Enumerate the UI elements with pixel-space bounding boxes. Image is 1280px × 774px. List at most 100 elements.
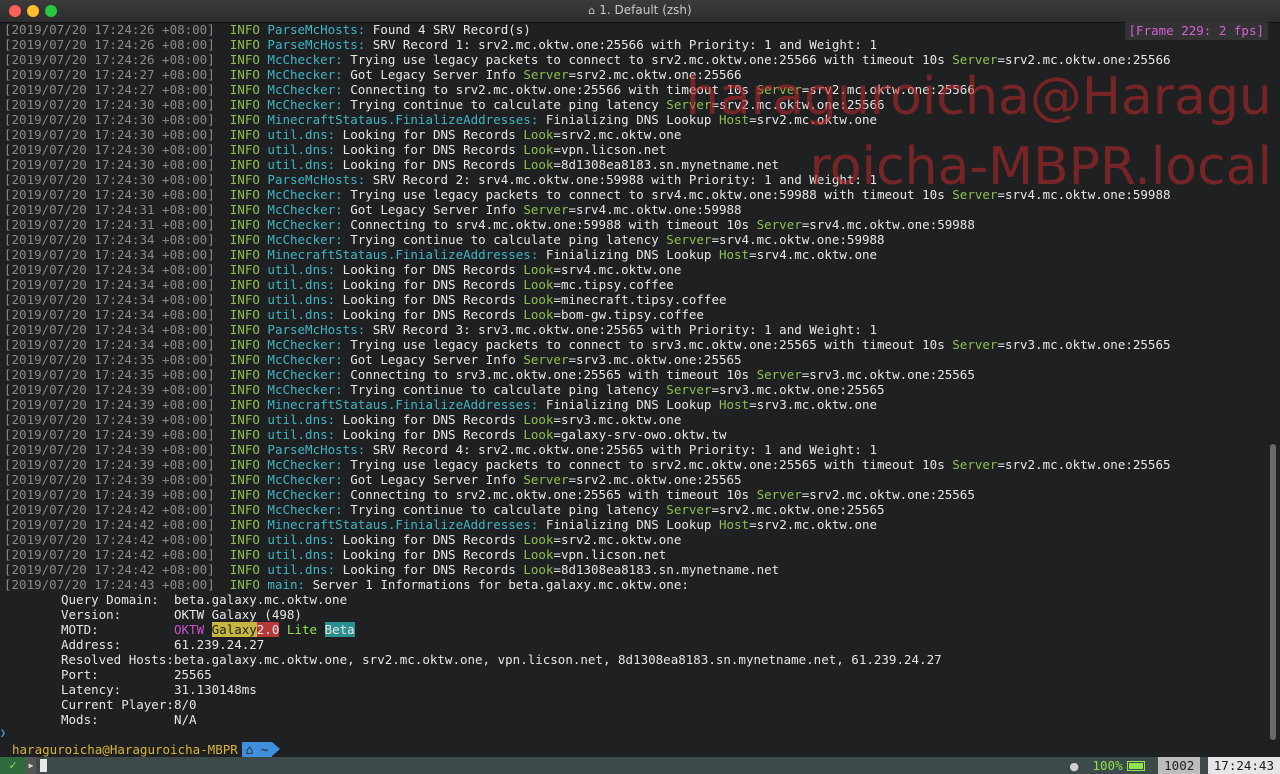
log-level: INFO [229, 112, 260, 127]
log-field-key: Look [523, 292, 554, 307]
log-module: ParseMcHosts: [267, 322, 366, 337]
server-info-key: Address: [61, 637, 122, 652]
log-module: util.dns: [267, 292, 336, 307]
log-field-key: Server [523, 352, 569, 367]
log-field-key: Server [523, 202, 569, 217]
log-level: INFO [229, 412, 260, 427]
log-module: util.dns: [267, 532, 336, 547]
log-field-key: Server [952, 187, 998, 202]
log-field-key: Server [756, 82, 802, 97]
text-cursor[interactable] [40, 759, 47, 772]
log-field-value: =srv3.mc.oktw.one:25565 [801, 367, 975, 382]
battery-icon [1126, 761, 1145, 771]
server-info-value: 8/0 [174, 697, 197, 712]
log-level: INFO [229, 22, 260, 37]
log-message: SRV Record 2: srv4.mc.oktw.one:59988 wit… [365, 172, 878, 187]
log-field-key: Look [523, 562, 554, 577]
log-field-value: =srv3.mc.oktw.one:25565 [568, 352, 742, 367]
log-message: Looking for DNS Records [335, 157, 524, 172]
log-field-value: =srv4.mc.oktw.one:59988 [801, 217, 975, 232]
motd-value: OKTW Galaxy2.0 Lite Beta [174, 622, 355, 637]
log-timestamp: [2019/07/20 17:24:30 +08:00] [4, 127, 215, 142]
server-info-row: Latency: 31.130148ms [61, 682, 942, 697]
log-message: Looking for DNS Records [335, 427, 524, 442]
log-timestamp: [2019/07/20 17:24:34 +08:00] [4, 337, 215, 352]
log-message: Finializing DNS Lookup [538, 112, 719, 127]
log-level: INFO [229, 322, 260, 337]
status-bar: ✓ ▶ ● 100% 1002 17:24:43 [0, 757, 1280, 774]
log-line: [2019/07/20 17:24:35 +08:00] INFO McChec… [4, 352, 1266, 367]
log-message: SRV Record 1: srv2.mc.oktw.one:25566 wit… [365, 37, 878, 52]
log-module: ParseMcHosts: [267, 37, 366, 52]
log-timestamp: [2019/07/20 17:24:39 +08:00] [4, 397, 215, 412]
motd-beta: Beta [324, 622, 355, 637]
log-message: Looking for DNS Records [335, 142, 524, 157]
log-module: McChecker: [267, 502, 343, 517]
log-timestamp: [2019/07/20 17:24:30 +08:00] [4, 142, 215, 157]
log-timestamp: [2019/07/20 17:24:26 +08:00] [4, 52, 215, 67]
log-message: Trying continue to calculate ping latenc… [342, 382, 667, 397]
log-module: McChecker: [267, 97, 343, 112]
log-module: McChecker: [267, 457, 343, 472]
log-field-key: Look [523, 427, 554, 442]
log-module: util.dns: [267, 427, 336, 442]
log-message: Server 1 Informations for beta.galaxy.mc… [305, 577, 689, 592]
log-message: Trying continue to calculate ping latenc… [342, 97, 667, 112]
log-output: [2019/07/20 17:24:26 +08:00] INFO ParseM… [4, 22, 1266, 592]
log-timestamp: [2019/07/20 17:24:42 +08:00] [4, 562, 215, 577]
log-module: util.dns: [267, 562, 336, 577]
log-level: INFO [229, 97, 260, 112]
home-icon: ⌂ [245, 742, 254, 757]
log-message: Connecting to srv3.mc.oktw.one:25565 wit… [342, 367, 757, 382]
log-line: [2019/07/20 17:24:30 +08:00] INFO Minecr… [4, 112, 1266, 127]
server-info-value: N/A [174, 712, 197, 727]
clock: 17:24:43 [1207, 757, 1280, 774]
shell-prompt: haraguroicha@Haraguroicha-MBPR ⌂ ~ [12, 742, 280, 757]
log-module: McChecker: [267, 367, 343, 382]
log-module: McChecker: [267, 232, 343, 247]
title-bar[interactable]: ⌂ 1. Default (zsh) [0, 0, 1280, 23]
log-level: INFO [229, 352, 260, 367]
log-level: INFO [229, 442, 260, 457]
log-field-key: Host [718, 517, 750, 532]
server-info-key: MOTD: [61, 622, 99, 637]
log-module: main: [267, 577, 306, 592]
log-timestamp: [2019/07/20 17:24:30 +08:00] [4, 112, 215, 127]
log-module: ParseMcHosts: [267, 172, 366, 187]
log-field-value: =srv2.mc.oktw.one [553, 532, 682, 547]
log-field-key: Look [523, 127, 554, 142]
log-module: McChecker: [267, 187, 343, 202]
log-field-key: Look [523, 142, 554, 157]
log-field-key: Host [718, 247, 750, 262]
log-line: [2019/07/20 17:24:30 +08:00] INFO McChec… [4, 187, 1266, 202]
log-field-key: Host [718, 397, 750, 412]
log-message: Trying continue to calculate ping latenc… [342, 502, 667, 517]
log-level: INFO [229, 277, 260, 292]
log-module: McChecker: [267, 337, 343, 352]
scrollbar[interactable] [1270, 444, 1276, 740]
log-field-value: =srv2.mc.oktw.one [749, 517, 878, 532]
log-field-value: =minecraft.tipsy.coffee [553, 292, 727, 307]
log-field-value: =srv4.mc.oktw.one:59988 [711, 232, 885, 247]
log-module: McChecker: [267, 382, 343, 397]
prompt-dir-segment: ⌂ ~ [241, 742, 280, 757]
log-message: Connecting to srv2.mc.oktw.one:25565 wit… [342, 487, 757, 502]
log-message: Trying continue to calculate ping latenc… [342, 232, 667, 247]
log-module: MinecraftStataus.FinializeAddresses: [267, 247, 539, 262]
server-info-row: Current Player:8/0 [61, 697, 942, 712]
log-field-value: =bom-gw.tipsy.coffee [553, 307, 704, 322]
log-timestamp: [2019/07/20 17:24:34 +08:00] [4, 322, 215, 337]
log-field-key: Server [756, 367, 802, 382]
log-timestamp: [2019/07/20 17:24:34 +08:00] [4, 232, 215, 247]
status-arrow-icon: ▶ [26, 757, 36, 774]
log-field-value: =srv2.mc.oktw.one:25566 [568, 67, 742, 82]
terminal-window[interactable]: ⌂ 1. Default (zsh) [Frame 229: 2 fps] [20… [0, 0, 1280, 774]
log-message: SRV Record 3: srv3.mc.oktw.one:25565 wit… [365, 322, 878, 337]
server-info-value: 25565 [174, 667, 212, 682]
log-field-value: =srv2.mc.oktw.one:25565 [568, 472, 742, 487]
log-field-value: =srv2.mc.oktw.one:25566 [801, 82, 975, 97]
server-info-key: Current Player: [61, 697, 174, 712]
log-module: McChecker: [267, 67, 343, 82]
log-field-value: =srv3.mc.oktw.one [749, 397, 878, 412]
log-timestamp: [2019/07/20 17:24:30 +08:00] [4, 172, 215, 187]
